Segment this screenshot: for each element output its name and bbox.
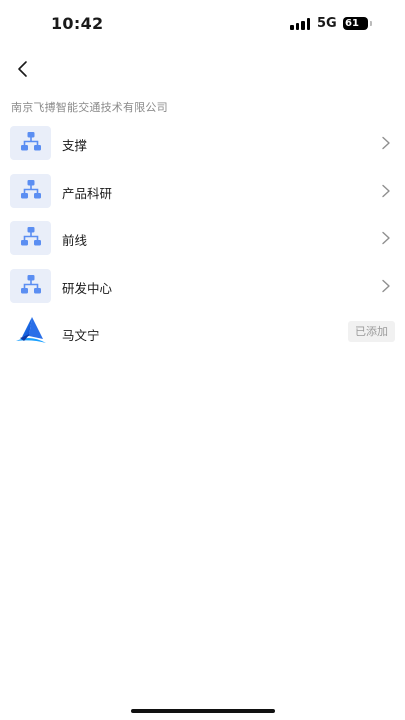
department-label: 产品科研 — [62, 185, 113, 201]
network-type: 5G — [317, 16, 337, 31]
department-list: 支撑 产品科研 前线 研发中心 马文宁 已添加 — [0, 120, 405, 358]
organization-name: 南京飞搏智能交通技术有限公司 — [11, 101, 168, 114]
department-label: 研发中心 — [62, 280, 113, 296]
list-item-department[interactable]: 支撑 — [0, 120, 405, 168]
chevron-right-icon — [382, 279, 390, 292]
home-indicator[interactable] — [131, 709, 275, 713]
list-item-department[interactable]: 产品科研 — [0, 168, 405, 216]
battery-icon: 61 — [343, 17, 372, 30]
org-chart-icon — [10, 268, 51, 303]
chevron-right-icon — [382, 184, 390, 197]
list-item-member[interactable]: 马文宁 已添加 — [0, 310, 405, 358]
org-chart-icon — [10, 221, 51, 255]
added-status-badge: 已添加 — [348, 321, 395, 342]
company-logo-icon — [10, 314, 51, 350]
list-item-department[interactable]: 研发中心 — [0, 263, 405, 311]
back-button[interactable] — [10, 56, 36, 82]
chevron-right-icon — [382, 136, 390, 150]
org-chart-icon — [10, 173, 51, 208]
status-time: 10:42 — [51, 14, 104, 33]
chevron-left-icon — [18, 61, 27, 77]
member-name: 马文宁 — [62, 328, 100, 343]
chevron-right-icon — [382, 231, 390, 245]
list-item-department[interactable]: 前线 — [0, 215, 405, 263]
department-label: 支撑 — [62, 138, 88, 153]
battery-level: 61 — [345, 18, 359, 29]
cellular-signal-icon — [290, 18, 312, 30]
department-label: 前线 — [62, 233, 88, 248]
org-chart-icon — [10, 126, 51, 160]
status-bar: 10:42 5G 61 — [0, 0, 405, 48]
